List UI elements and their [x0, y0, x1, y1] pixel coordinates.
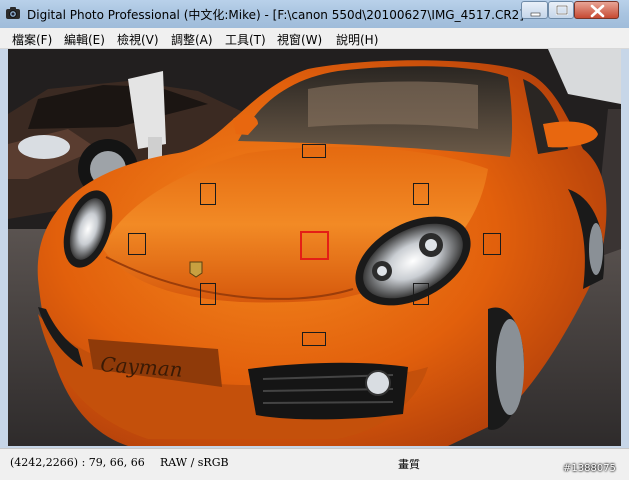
title-bar[interactable]: Digital Photo Professional (中文化:Mike) - …: [0, 0, 629, 28]
status-bar: (4242,2266) : 79, 66, 66 RAW / sRGB 畫質: [0, 448, 629, 480]
af-point: [302, 144, 326, 158]
af-point: [200, 283, 216, 305]
af-point: [200, 183, 216, 205]
status-quality: 畫質: [398, 458, 420, 471]
menu-help[interactable]: 說明(H): [336, 31, 378, 48]
menu-window[interactable]: 視窗(W): [277, 31, 322, 48]
window-title: Digital Photo Professional (中文化:Mike) - …: [27, 8, 524, 22]
af-point: [413, 183, 429, 205]
af-point: [302, 332, 326, 346]
status-format: RAW / sRGB: [160, 456, 229, 469]
close-button[interactable]: [574, 1, 619, 19]
image-viewer[interactable]: Cayman: [8, 49, 621, 446]
watermark: #1388075: [563, 463, 616, 474]
af-point: [128, 233, 146, 255]
maximize-icon: [555, 4, 569, 16]
minimize-button[interactable]: [521, 1, 548, 19]
menu-tools[interactable]: 工具(T): [225, 31, 266, 48]
menu-adjust[interactable]: 調整(A): [171, 31, 213, 48]
af-point-active: [300, 231, 329, 260]
af-point: [483, 233, 501, 255]
menu-view[interactable]: 檢視(V): [117, 31, 159, 48]
maximize-button[interactable]: [548, 1, 574, 19]
menu-file[interactable]: 檔案(F): [12, 31, 52, 48]
menu-edit[interactable]: 編輯(E): [64, 31, 105, 48]
camera-app-icon: [6, 7, 20, 19]
minimize-icon: [530, 12, 541, 17]
menu-bar: 檔案(F) 編輯(E) 檢視(V) 調整(A) 工具(T) 視窗(W) 說明(H…: [0, 28, 629, 49]
close-icon: [590, 4, 605, 18]
status-coords-rgb: (4242,2266) : 79, 66, 66: [10, 456, 145, 469]
af-point: [413, 283, 429, 305]
app-window: Digital Photo Professional (中文化:Mike) - …: [0, 0, 629, 480]
